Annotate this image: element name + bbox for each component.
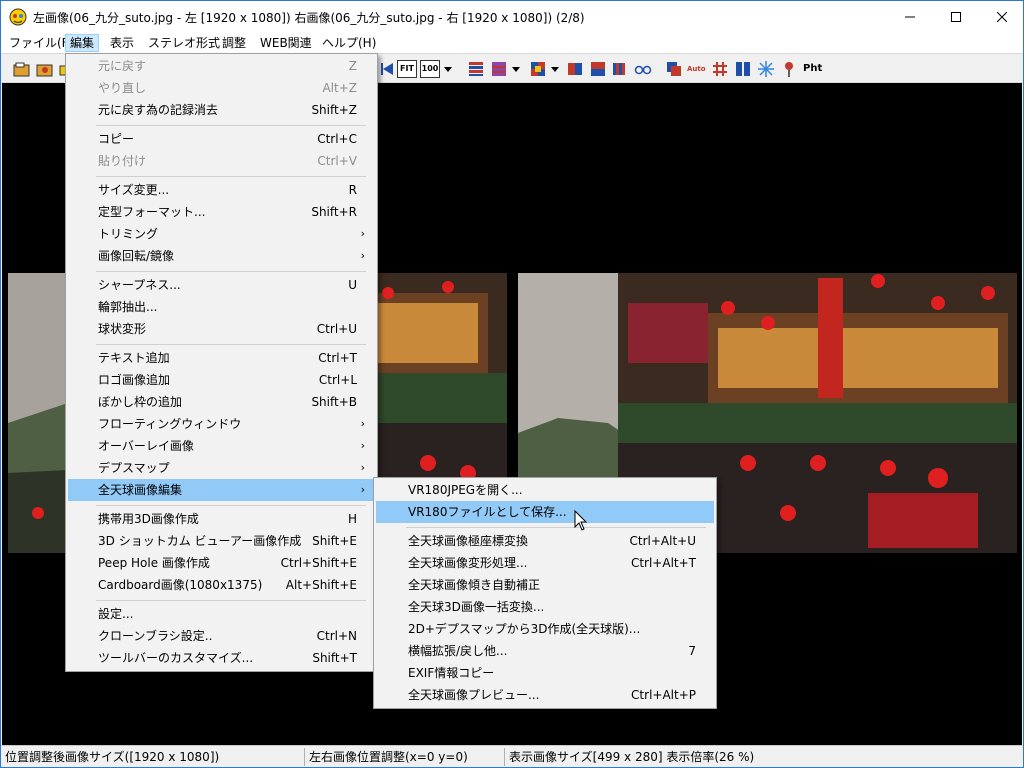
menu-item-3d-shotcam[interactable]: 3D ショットカム ビューアー画像作成 Shift+E xyxy=(68,530,375,552)
chevron-down-icon[interactable] xyxy=(511,60,521,78)
close-button[interactable] xyxy=(979,1,1023,32)
menu-item-redo[interactable]: やり直し Alt+Z xyxy=(68,77,375,99)
chevron-right-icon: › xyxy=(360,439,365,452)
menu-item-clear-undo[interactable]: 元に戻す為の記録消去 Shift+Z xyxy=(68,99,375,121)
menu-item-peep-hole[interactable]: Peep Hole 画像作成 Ctrl+Shift+E xyxy=(68,552,375,574)
menu-edit[interactable]: 編集 xyxy=(65,34,100,52)
skip-first-icon[interactable] xyxy=(379,60,397,78)
chevron-down-icon[interactable] xyxy=(550,60,560,78)
menu-item-resize[interactable]: サイズ変更... R xyxy=(68,179,375,201)
menu-item-width-expand[interactable]: 横幅拡張/戻し他... 7 xyxy=(376,640,714,662)
auto-align-button[interactable]: Auto xyxy=(687,60,706,78)
fit-button[interactable]: FIT xyxy=(397,60,417,78)
menu-item-customize-toolbar[interactable]: ツールバーのカスタマイズ... Shift+T xyxy=(68,647,375,669)
open-image-icon[interactable] xyxy=(13,60,31,78)
app-logo-icon xyxy=(9,8,27,26)
chevron-right-icon: › xyxy=(360,483,365,496)
menu-item-spherize[interactable]: 球状変形 Ctrl+U xyxy=(68,318,375,340)
side-by-side-icon[interactable] xyxy=(566,60,584,78)
menu-help[interactable]: ヘルプ(H) xyxy=(318,34,380,52)
menu-separator xyxy=(406,527,706,528)
menu-item-preview[interactable]: 全天球画像プレビュー... Ctrl+Alt+P xyxy=(376,684,714,706)
edit-menu: 元に戻す Z やり直し Alt+Z 元に戻す為の記録消去 Shift+Z コピー Ctr… xyxy=(65,53,378,672)
minimize-button[interactable] xyxy=(887,1,933,32)
zoom-100-button[interactable]: 100 xyxy=(420,60,440,78)
pin-icon[interactable] xyxy=(780,60,798,78)
status-position-adjust: 左右画像位置調整(x=0 y=0) xyxy=(305,748,505,766)
menu-adjust[interactable]: 調整 xyxy=(218,34,250,52)
split-view-icon[interactable] xyxy=(734,60,752,78)
window-title: 左画像(06_九分_suto.jpg - 左 [1920 x 1080]) 右画… xyxy=(33,11,585,25)
menu-item-deform[interactable]: 全天球画像変形処理... Ctrl+Alt+T xyxy=(376,552,714,574)
menu-item-undo[interactable]: 元に戻す Z xyxy=(68,55,375,77)
chevron-right-icon: › xyxy=(360,461,365,474)
checker-icon[interactable] xyxy=(529,60,547,78)
menu-item-polar-transform[interactable]: 全天球画像極座標変換 Ctrl+Alt+U xyxy=(376,530,714,552)
status-bar: 位置調整後画像サイズ([1920 x 1080]) 左右画像位置調整(x=0 y… xyxy=(1,745,1023,767)
menu-item-rotate-mirror[interactable]: 画像回転/鏡像 › xyxy=(68,245,375,267)
menu-item-trimming[interactable]: トリミング › xyxy=(68,223,375,245)
menu-item-save-vr180[interactable]: VR180ファイルとして保存... xyxy=(376,501,714,523)
overlap-icon[interactable] xyxy=(665,60,683,78)
menu-item-auto-level[interactable]: 全天球画像傾き自動補正 xyxy=(376,574,714,596)
open-stereo-icon[interactable] xyxy=(36,60,54,78)
menu-item-settings[interactable]: 設定... xyxy=(68,603,375,625)
chevron-right-icon: › xyxy=(360,417,365,430)
menu-separator xyxy=(96,271,366,272)
menu-item-sharpness[interactable]: シャープネス... U xyxy=(68,274,375,296)
chevron-right-icon: › xyxy=(360,227,365,240)
menu-view[interactable]: 表示 xyxy=(106,34,138,52)
menu-item-batch-convert[interactable]: 全天球3D画像一括変換... xyxy=(376,596,714,618)
menu-item-depth-map[interactable]: デプスマップ › xyxy=(68,457,375,479)
snowflake-icon[interactable] xyxy=(757,60,775,78)
menu-item-exif-copy[interactable]: EXIF情報コピー xyxy=(376,662,714,684)
menu-item-360-edit[interactable]: 全天球画像編集 › xyxy=(68,479,375,501)
grid-icon[interactable] xyxy=(711,60,729,78)
chevron-down-icon[interactable] xyxy=(443,60,453,78)
minimize-icon xyxy=(905,16,915,17)
menu-stereo-format[interactable]: ステレオ形式 xyxy=(144,34,224,52)
app-window: 左画像(06_九分_suto.jpg - 左 [1920 x 1080]) 右画… xyxy=(0,0,1024,768)
menu-bar: ファイル(F) 編集 表示 ステレオ形式 調整 WEB関連 ヘルプ(H) xyxy=(1,32,1023,53)
menu-item-mobile-3d[interactable]: 携帯用3D画像作成 H xyxy=(68,508,375,530)
status-output-size: 位置調整後画像サイズ([1920 x 1080]) xyxy=(1,748,305,766)
menu-item-copy[interactable]: コピー Ctrl+C xyxy=(68,128,375,150)
menu-item-add-logo[interactable]: ロゴ画像追加 Ctrl+L xyxy=(68,369,375,391)
menu-separator xyxy=(96,125,366,126)
pht-button[interactable]: Pht xyxy=(803,60,825,78)
menu-item-floating-window[interactable]: フローティングウィンドウ › xyxy=(68,413,375,435)
menu-item-edge-detect[interactable]: 輪郭抽出... xyxy=(68,296,375,318)
menu-item-add-text[interactable]: テキスト追加 Ctrl+T xyxy=(68,347,375,369)
chevron-right-icon: › xyxy=(360,249,365,262)
menu-web[interactable]: WEB関連 xyxy=(256,34,316,52)
menu-item-depth-to-3d[interactable]: 2D+デプスマップから3D作成(全天球版)... xyxy=(376,618,714,640)
panorama-submenu: VR180JPEGを開く... VR180ファイルとして保存... 全天球画像極… xyxy=(373,477,717,709)
interlace-icon[interactable] xyxy=(490,60,508,78)
menu-item-paste[interactable]: 貼り付け Ctrl+V xyxy=(68,150,375,172)
mouse-cursor-icon xyxy=(574,510,588,531)
maximize-button[interactable] xyxy=(933,1,979,32)
title-bar: 左画像(06_九分_suto.jpg - 左 [1920 x 1080]) 右画… xyxy=(1,1,1023,32)
maximize-icon xyxy=(951,11,961,22)
glasses-icon[interactable] xyxy=(634,60,652,78)
menu-separator xyxy=(96,600,366,601)
anaglyph-rows-icon[interactable] xyxy=(467,60,485,78)
menu-item-fixed-format[interactable]: 定型フォーマット... Shift+R xyxy=(68,201,375,223)
close-icon xyxy=(997,11,1007,22)
menu-separator xyxy=(96,505,366,506)
column-interlace-icon[interactable] xyxy=(611,60,629,78)
menu-item-overlay-image[interactable]: オーバーレイ画像 › xyxy=(68,435,375,457)
status-display-size: 表示画像サイズ[499 x 280] 表示倍率(26 %) xyxy=(509,750,755,764)
menu-item-cardboard[interactable]: Cardboard画像(1080x1375) Alt+Shift+E xyxy=(68,574,375,596)
menu-separator xyxy=(96,344,366,345)
menu-item-clone-brush[interactable]: クローンブラシ設定.. Ctrl+N xyxy=(68,625,375,647)
over-under-icon[interactable] xyxy=(589,60,607,78)
menu-item-blur-frame[interactable]: ぼかし枠の追加 Shift+B xyxy=(68,391,375,413)
menu-separator xyxy=(96,176,366,177)
menu-item-open-vr180[interactable]: VR180JPEGを開く... xyxy=(376,479,714,501)
